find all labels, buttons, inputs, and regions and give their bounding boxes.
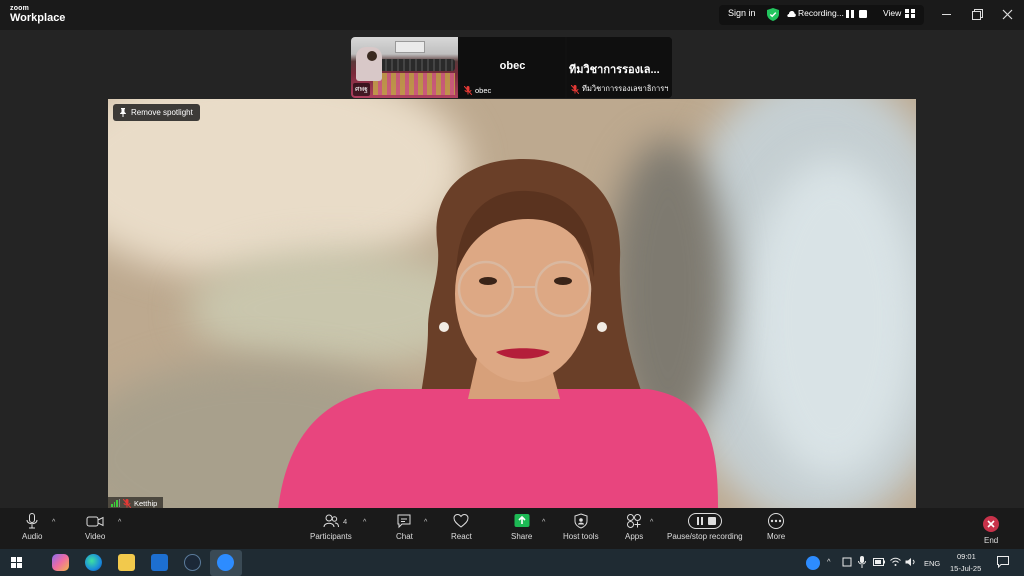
- zoom-app-icon[interactable]: [217, 554, 234, 571]
- view-button[interactable]: View: [883, 8, 901, 18]
- language-indicator[interactable]: ENG: [924, 559, 940, 568]
- apps-options-chevron-icon[interactable]: ^: [650, 519, 653, 526]
- wifi-icon[interactable]: [890, 557, 901, 567]
- remove-spotlight-button[interactable]: Remove spotlight: [113, 104, 200, 121]
- signal-strength-icon: [111, 499, 120, 507]
- device-icon[interactable]: [842, 557, 852, 567]
- tray-microphone-icon[interactable]: [858, 556, 866, 568]
- person-silhouette: [278, 159, 718, 509]
- participant-name: obec: [475, 86, 492, 95]
- video-camera-icon: [86, 516, 104, 527]
- chat-icon: [397, 514, 411, 529]
- participant-display-name: ทีมวิชาการรองเล...: [569, 64, 660, 76]
- more-button[interactable]: More: [767, 513, 785, 541]
- pin-icon: [120, 108, 126, 117]
- participant-tile[interactable]: ศพฐ: [351, 37, 458, 98]
- share-button[interactable]: Share: [511, 513, 532, 541]
- stop-recording-icon[interactable]: [859, 10, 867, 18]
- notification-icon[interactable]: [997, 556, 1009, 568]
- participant-strip: ศพฐ obec obec ทีมวิชาการรองเล... ทีมวิชา…: [351, 37, 672, 98]
- spotlight-video[interactable]: [108, 99, 916, 509]
- video-button[interactable]: Video: [85, 513, 105, 541]
- file-explorer-icon[interactable]: [118, 554, 135, 571]
- recording-status: Recording...: [798, 8, 844, 18]
- minimize-icon[interactable]: [942, 14, 951, 15]
- end-meeting-icon[interactable]: [983, 516, 999, 532]
- close-window-icon[interactable]: [1002, 9, 1013, 20]
- projector-screen: [395, 41, 425, 53]
- cloud-recording-icon: [787, 11, 796, 17]
- muted-mic-icon: [123, 498, 131, 508]
- clock-date[interactable]: 15-Jul-25: [950, 564, 981, 573]
- pause-recording-icon[interactable]: [845, 9, 855, 19]
- participants-icon: [323, 514, 339, 528]
- edge-browser-icon[interactable]: [85, 554, 102, 571]
- host-shield-icon: [574, 513, 588, 529]
- participants-options-chevron-icon[interactable]: ^: [363, 519, 366, 526]
- security-shield-icon[interactable]: [767, 8, 779, 21]
- video-options-chevron-icon[interactable]: ^: [118, 519, 121, 526]
- outlook-icon[interactable]: [151, 554, 168, 571]
- restore-window-icon[interactable]: [972, 9, 983, 20]
- participant-name: ทีมวิชาการรองเลขาธิการฯ: [582, 84, 669, 93]
- pause-stop-recording-button[interactable]: Pause/stop recording: [667, 513, 743, 541]
- participants-count: 4: [343, 517, 348, 526]
- show-hidden-icons-chevron-icon[interactable]: ^: [827, 557, 831, 566]
- share-screen-icon: [514, 514, 530, 527]
- audience: [375, 59, 455, 71]
- pause-stop-recording-icon: [687, 513, 722, 529]
- grid-view-icon[interactable]: [905, 9, 915, 18]
- muted-mic-icon: [464, 86, 472, 95]
- participant-display-name: obec: [499, 60, 526, 72]
- zoom-logo: zoom Workplace: [10, 5, 66, 24]
- apps-icon: [627, 514, 642, 528]
- end-button[interactable]: End: [984, 536, 998, 545]
- sign-in-button[interactable]: Sign in: [728, 8, 756, 18]
- copilot-icon[interactable]: [52, 554, 69, 571]
- apps-button[interactable]: Apps: [625, 513, 643, 541]
- chat-button[interactable]: Chat: [396, 513, 413, 541]
- audio-options-chevron-icon[interactable]: ^: [52, 519, 55, 526]
- participant-tile[interactable]: obec obec: [460, 37, 565, 98]
- participant-tile[interactable]: ทีมวิชาการรองเล... ทีมวิชาการรองเลขาธิกา…: [567, 37, 672, 98]
- microphone-icon: [26, 513, 38, 529]
- chairs: [373, 73, 455, 95]
- participant-name: ศพฐ: [353, 83, 370, 96]
- windows-start-icon[interactable]: [11, 557, 22, 568]
- tray-app-icon[interactable]: [806, 556, 820, 570]
- steam-icon[interactable]: [184, 554, 201, 571]
- audio-button[interactable]: Audio: [22, 513, 42, 541]
- host-tools-button[interactable]: Host tools: [563, 513, 599, 541]
- volume-icon[interactable]: [905, 557, 916, 567]
- muted-mic-icon: [571, 84, 579, 94]
- react-button[interactable]: React: [451, 513, 472, 541]
- clock-time[interactable]: 09:01: [957, 552, 976, 561]
- more-icon: [768, 513, 785, 529]
- heart-icon: [453, 513, 469, 528]
- share-options-chevron-icon[interactable]: ^: [542, 519, 545, 526]
- battery-icon[interactable]: [873, 558, 885, 566]
- presenter-figure: [356, 47, 382, 81]
- chat-options-chevron-icon[interactable]: ^: [424, 519, 427, 526]
